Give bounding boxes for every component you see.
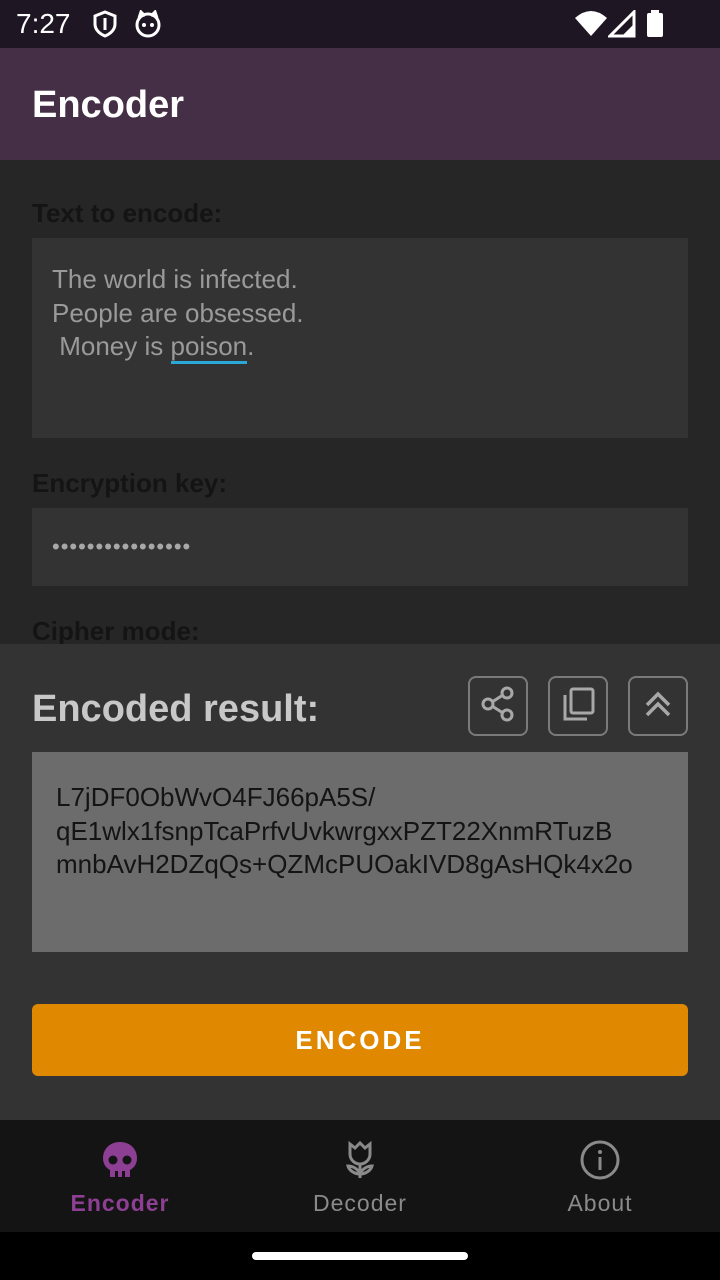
system-navigation: [0, 1232, 720, 1280]
bottom-navigation: Encoder Decoder About: [0, 1120, 720, 1232]
wifi-icon: [574, 10, 608, 43]
app-bar: Encoder: [0, 48, 720, 160]
encryption-key-value: ••••••••••••••••: [52, 534, 192, 559]
encoded-result-title: Encoded result:: [32, 688, 320, 730]
cat-icon: [134, 9, 162, 43]
collapse-button[interactable]: [628, 676, 688, 736]
share-button[interactable]: [468, 676, 528, 736]
encoder-form: Text to encode: The world is infected. P…: [0, 160, 720, 646]
result-line: L7jDF0ObWvO4FJ66pA5S/: [56, 782, 376, 812]
page-title: Encoder: [32, 84, 185, 126]
encryption-key-label: Encryption key:: [32, 468, 228, 498]
spellcheck-word: poison: [170, 331, 248, 364]
text-line-end: .: [247, 331, 255, 361]
battery-icon: [646, 10, 664, 43]
text-to-encode-input[interactable]: The world is infected. People are obsess…: [32, 238, 688, 438]
result-line: qE1wlx1fsnpTcaPrfvUvkwrgxxPZT22XnmRTuzB: [56, 816, 613, 846]
status-time: 7:27: [16, 8, 71, 39]
nav-item-about[interactable]: About: [480, 1120, 720, 1232]
encoded-result-sheet: Encoded result: L7jDF0ObWvO4FJ66pA5S/ qE…: [0, 644, 720, 1120]
share-icon: [479, 685, 517, 728]
nav-item-encoder[interactable]: Encoder: [0, 1120, 240, 1232]
nav-label: Encoder: [70, 1190, 170, 1216]
skull-icon: [100, 1140, 140, 1180]
text-line-start: Money is: [52, 331, 171, 361]
encryption-key-input[interactable]: ••••••••••••••••: [32, 508, 688, 586]
shield-icon: [92, 10, 118, 43]
nav-label: About: [567, 1190, 633, 1216]
copy-icon: [559, 685, 597, 728]
encoded-result-box[interactable]: L7jDF0ObWvO4FJ66pA5S/ qE1wlx1fsnpTcaPrfv…: [32, 752, 688, 952]
info-icon: [580, 1140, 620, 1180]
nav-item-decoder[interactable]: Decoder: [240, 1120, 480, 1232]
result-line: mnbAvH2DZqQs+QZMcPUOakIVD8gAsHQk4x2o: [56, 849, 633, 879]
text-line: The world is infected.: [52, 264, 298, 294]
signal-icon: [606, 8, 636, 43]
flower-icon: [340, 1140, 380, 1180]
gesture-handle[interactable]: [252, 1252, 468, 1260]
nav-label: Decoder: [313, 1190, 407, 1216]
text-to-encode-label: Text to encode:: [32, 198, 223, 228]
text-line: People are obsessed.: [52, 298, 304, 328]
status-bar: 7:27: [0, 0, 720, 48]
cipher-mode-label: Cipher mode:: [32, 616, 200, 646]
copy-button[interactable]: [548, 676, 608, 736]
double-chevron-up-icon: [641, 687, 675, 726]
encode-button[interactable]: ENCODE: [32, 1004, 688, 1076]
text-line: Money is poison.: [52, 331, 255, 364]
